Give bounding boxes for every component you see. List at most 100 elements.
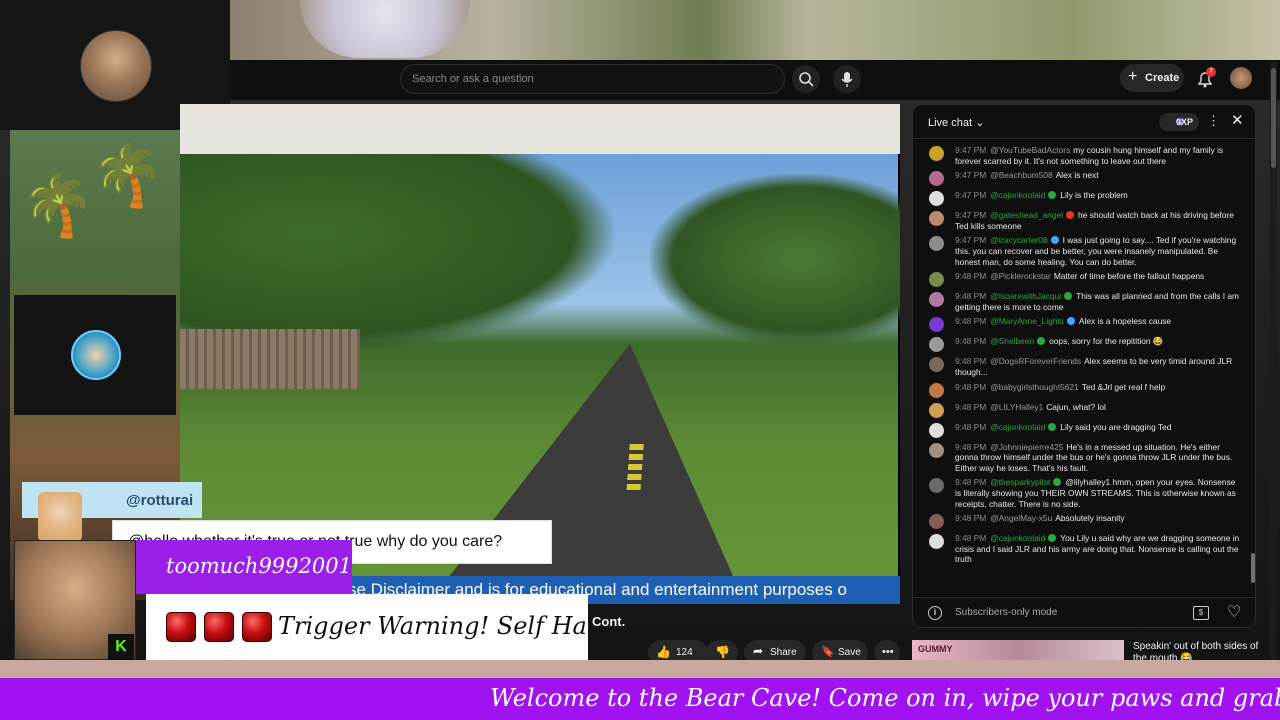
chat-author-avatar[interactable] (929, 478, 944, 494)
chat-author-name[interactable]: @IsoarewithJacqui (990, 291, 1061, 301)
member-badge-icon (1048, 422, 1057, 431)
chat-author-name[interactable]: @Johnniepierre425 (990, 442, 1063, 452)
chat-author-name[interactable]: @MaryAnne_Lights (990, 316, 1064, 326)
plus-icon: + (1128, 68, 1138, 85)
chat-author-name[interactable]: @AngelMay-x5u (990, 513, 1052, 523)
chat-author-avatar[interactable] (929, 357, 944, 373)
chat-message[interactable]: 9:48 PM @DogsRForeverFriends Alex seems to… (913, 354, 1249, 379)
heart-icon[interactable]: ♡ (1227, 602, 1241, 622)
chat-message[interactable]: 9:48 PM @babygirlsthought5621 Ted &Jrl get… (913, 380, 1249, 400)
chat-message[interactable]: 9:47 PM @gateshead_angel he should watch b… (913, 208, 1249, 233)
chat-timestamp: 9:48 PM (955, 271, 987, 282)
video-top-band (180, 104, 900, 154)
chat-message[interactable]: 9:48 PM @thesparkypilot @lilyhalley1 hmm, … (913, 475, 1249, 511)
trigger-warning-text: Trigger Warning! Self Harm (278, 612, 622, 640)
chat-author-name[interactable]: @cajunkoolaid (990, 533, 1045, 543)
fence (180, 329, 360, 389)
chat-message[interactable]: 9:47 PM @cajunkoolaid Lily is the problem (913, 188, 1249, 208)
chat-message[interactable]: 9:48 PM @AngelMay-x5u Absolutely insanity (913, 511, 1249, 531)
chat-author-avatar[interactable] (929, 442, 944, 458)
chat-author-avatar[interactable] (929, 191, 944, 207)
chat-author-avatar[interactable] (929, 402, 944, 418)
chat-message[interactable]: 9:47 PM @YouTubeBadActors my cousin hung h… (913, 143, 1249, 168)
red-gem-icon (166, 612, 196, 642)
chat-author-avatar[interactable] (929, 422, 944, 438)
chat-author-name[interactable]: @DogsRForeverFriends (990, 356, 1081, 366)
chat-scrollbar[interactable] (1251, 553, 1255, 583)
chat-author-avatar[interactable] (929, 171, 944, 187)
kick-logo-icon: K (108, 634, 134, 660)
chat-author-name[interactable]: @Shelbeen (990, 336, 1034, 346)
chat-author-avatar[interactable] (929, 236, 944, 252)
thumbs-down-icon: 👎 (715, 645, 730, 659)
chat-message[interactable]: 9:48 PM @MaryAnne_Lights Alex is a hopeles… (913, 314, 1249, 334)
search-box[interactable]: Search or ask a question (400, 64, 785, 94)
chat-message[interactable]: 9:48 PM @Picklerockstar Matter of time bef… (913, 269, 1249, 289)
chat-author-name[interactable]: @LILYHalley1 (990, 402, 1043, 412)
chat-author-avatar[interactable] (929, 534, 944, 550)
trees-right (650, 174, 900, 344)
chat-options-icon[interactable]: ⋮ (1207, 113, 1220, 129)
chat-message-text: oops, sorry for the repitition 😂 (1049, 336, 1164, 347)
chat-message[interactable]: 9:48 PM @cajunkoolaid Lily said you are dr… (913, 420, 1249, 440)
chat-author-avatar[interactable] (929, 382, 944, 398)
chat-author-name[interactable]: @tracycarter08 (990, 235, 1047, 245)
member-badge-icon (1048, 191, 1057, 200)
chat-author-avatar[interactable] (929, 146, 944, 161)
search-input[interactable]: Search or ask a question (412, 73, 534, 85)
member-badge-icon (1048, 534, 1057, 543)
super-chat-icon[interactable]: $ (1193, 606, 1209, 620)
chat-timestamp: 9:48 PM (955, 477, 987, 488)
streamer-avatar (80, 30, 152, 102)
search-button[interactable] (792, 65, 820, 93)
palm-tree-icon: 🌴 (90, 142, 165, 209)
chat-author-avatar[interactable] (929, 337, 944, 353)
create-button[interactable]: + Create (1120, 64, 1184, 92)
account-avatar[interactable] (1230, 67, 1252, 89)
voice-search-button[interactable] (833, 65, 861, 93)
chat-message[interactable]: 9:48 PM @Johnniepierre425 He's in a messed… (913, 440, 1249, 476)
chat-message[interactable]: 9:48 PM @IsoarewithJacqui This was all pla… (913, 289, 1249, 314)
chat-timestamp: 9:48 PM (955, 356, 987, 367)
bookmark-icon: 🔖 (821, 646, 835, 658)
chat-message[interactable]: 9:47 PM @Beachbum508 Alex is next (913, 168, 1249, 188)
chat-author-name[interactable]: @babygirlsthought5621 (990, 382, 1079, 392)
chat-mode-dropdown[interactable]: Live chat ⌄ (928, 116, 984, 129)
chat-message-text: Matter of time before the fallout happen… (1053, 271, 1205, 282)
chat-timestamp: 9:48 PM (955, 381, 987, 392)
chat-footer: i Subscribers-only mode $ ♡ (913, 597, 1255, 627)
chat-message-text: Lily said you are dragging Ted (1060, 421, 1172, 432)
info-icon[interactable]: i (928, 606, 942, 620)
chat-author-avatar[interactable] (929, 272, 944, 288)
chat-author-name[interactable]: @Beachbum508 (990, 170, 1053, 180)
youtube-topbar: Search or ask a question + Create 7 (230, 60, 1280, 100)
chat-timestamp: 9:48 PM (955, 421, 987, 432)
chat-message[interactable]: 9:47 PM @tracycarter08 I was just going to… (913, 233, 1249, 269)
chat-author-avatar[interactable] (929, 211, 944, 227)
chat-message-text: Alex is a hopeless cause (1078, 316, 1172, 327)
chat-message[interactable]: 9:48 PM @Shelbeen oops, sorry for the repi… (913, 334, 1249, 354)
chat-message-text: Lily is the problem (1060, 190, 1128, 201)
chat-author-avatar[interactable] (929, 292, 944, 308)
chat-author-avatar[interactable] (929, 514, 944, 530)
chat-author-name[interactable]: @thesparkypilot (990, 477, 1050, 487)
chat-messages: 9:47 PM @YouTubeBadActors my cousin hung h… (913, 143, 1249, 595)
trees-left (180, 154, 620, 354)
chat-author-name[interactable]: @Picklerockstar (990, 271, 1051, 281)
chat-author-name[interactable]: @gateshead_angel (990, 210, 1063, 220)
chat-author-name[interactable]: @cajunkoolaid (990, 422, 1045, 432)
chat-author-name[interactable]: @cajunkoolaid (990, 190, 1045, 200)
chat-message[interactable]: 9:48 PM @LILYHalley1 Cajun, what? lol (913, 400, 1249, 420)
chat-timestamp: 9:48 PM (955, 401, 987, 412)
chat-message[interactable]: 9:48 PM @cajunkoolaid You Lily u said why … (913, 531, 1249, 567)
chat-timestamp: 9:48 PM (955, 533, 987, 544)
chat-timestamp: 9:47 PM (955, 210, 987, 221)
chat-timestamp: 9:48 PM (955, 336, 987, 347)
page-scrollbar[interactable] (1271, 68, 1276, 168)
comment-username: @rotturai (126, 492, 194, 509)
more-icon: ••• (882, 646, 894, 658)
chat-author-avatar[interactable] (929, 317, 944, 333)
xp-badge[interactable]: ♛ 0XP (1159, 113, 1199, 131)
chat-author-name[interactable]: @YouTubeBadActors (990, 145, 1070, 155)
close-icon[interactable]: ✕ (1231, 111, 1244, 129)
